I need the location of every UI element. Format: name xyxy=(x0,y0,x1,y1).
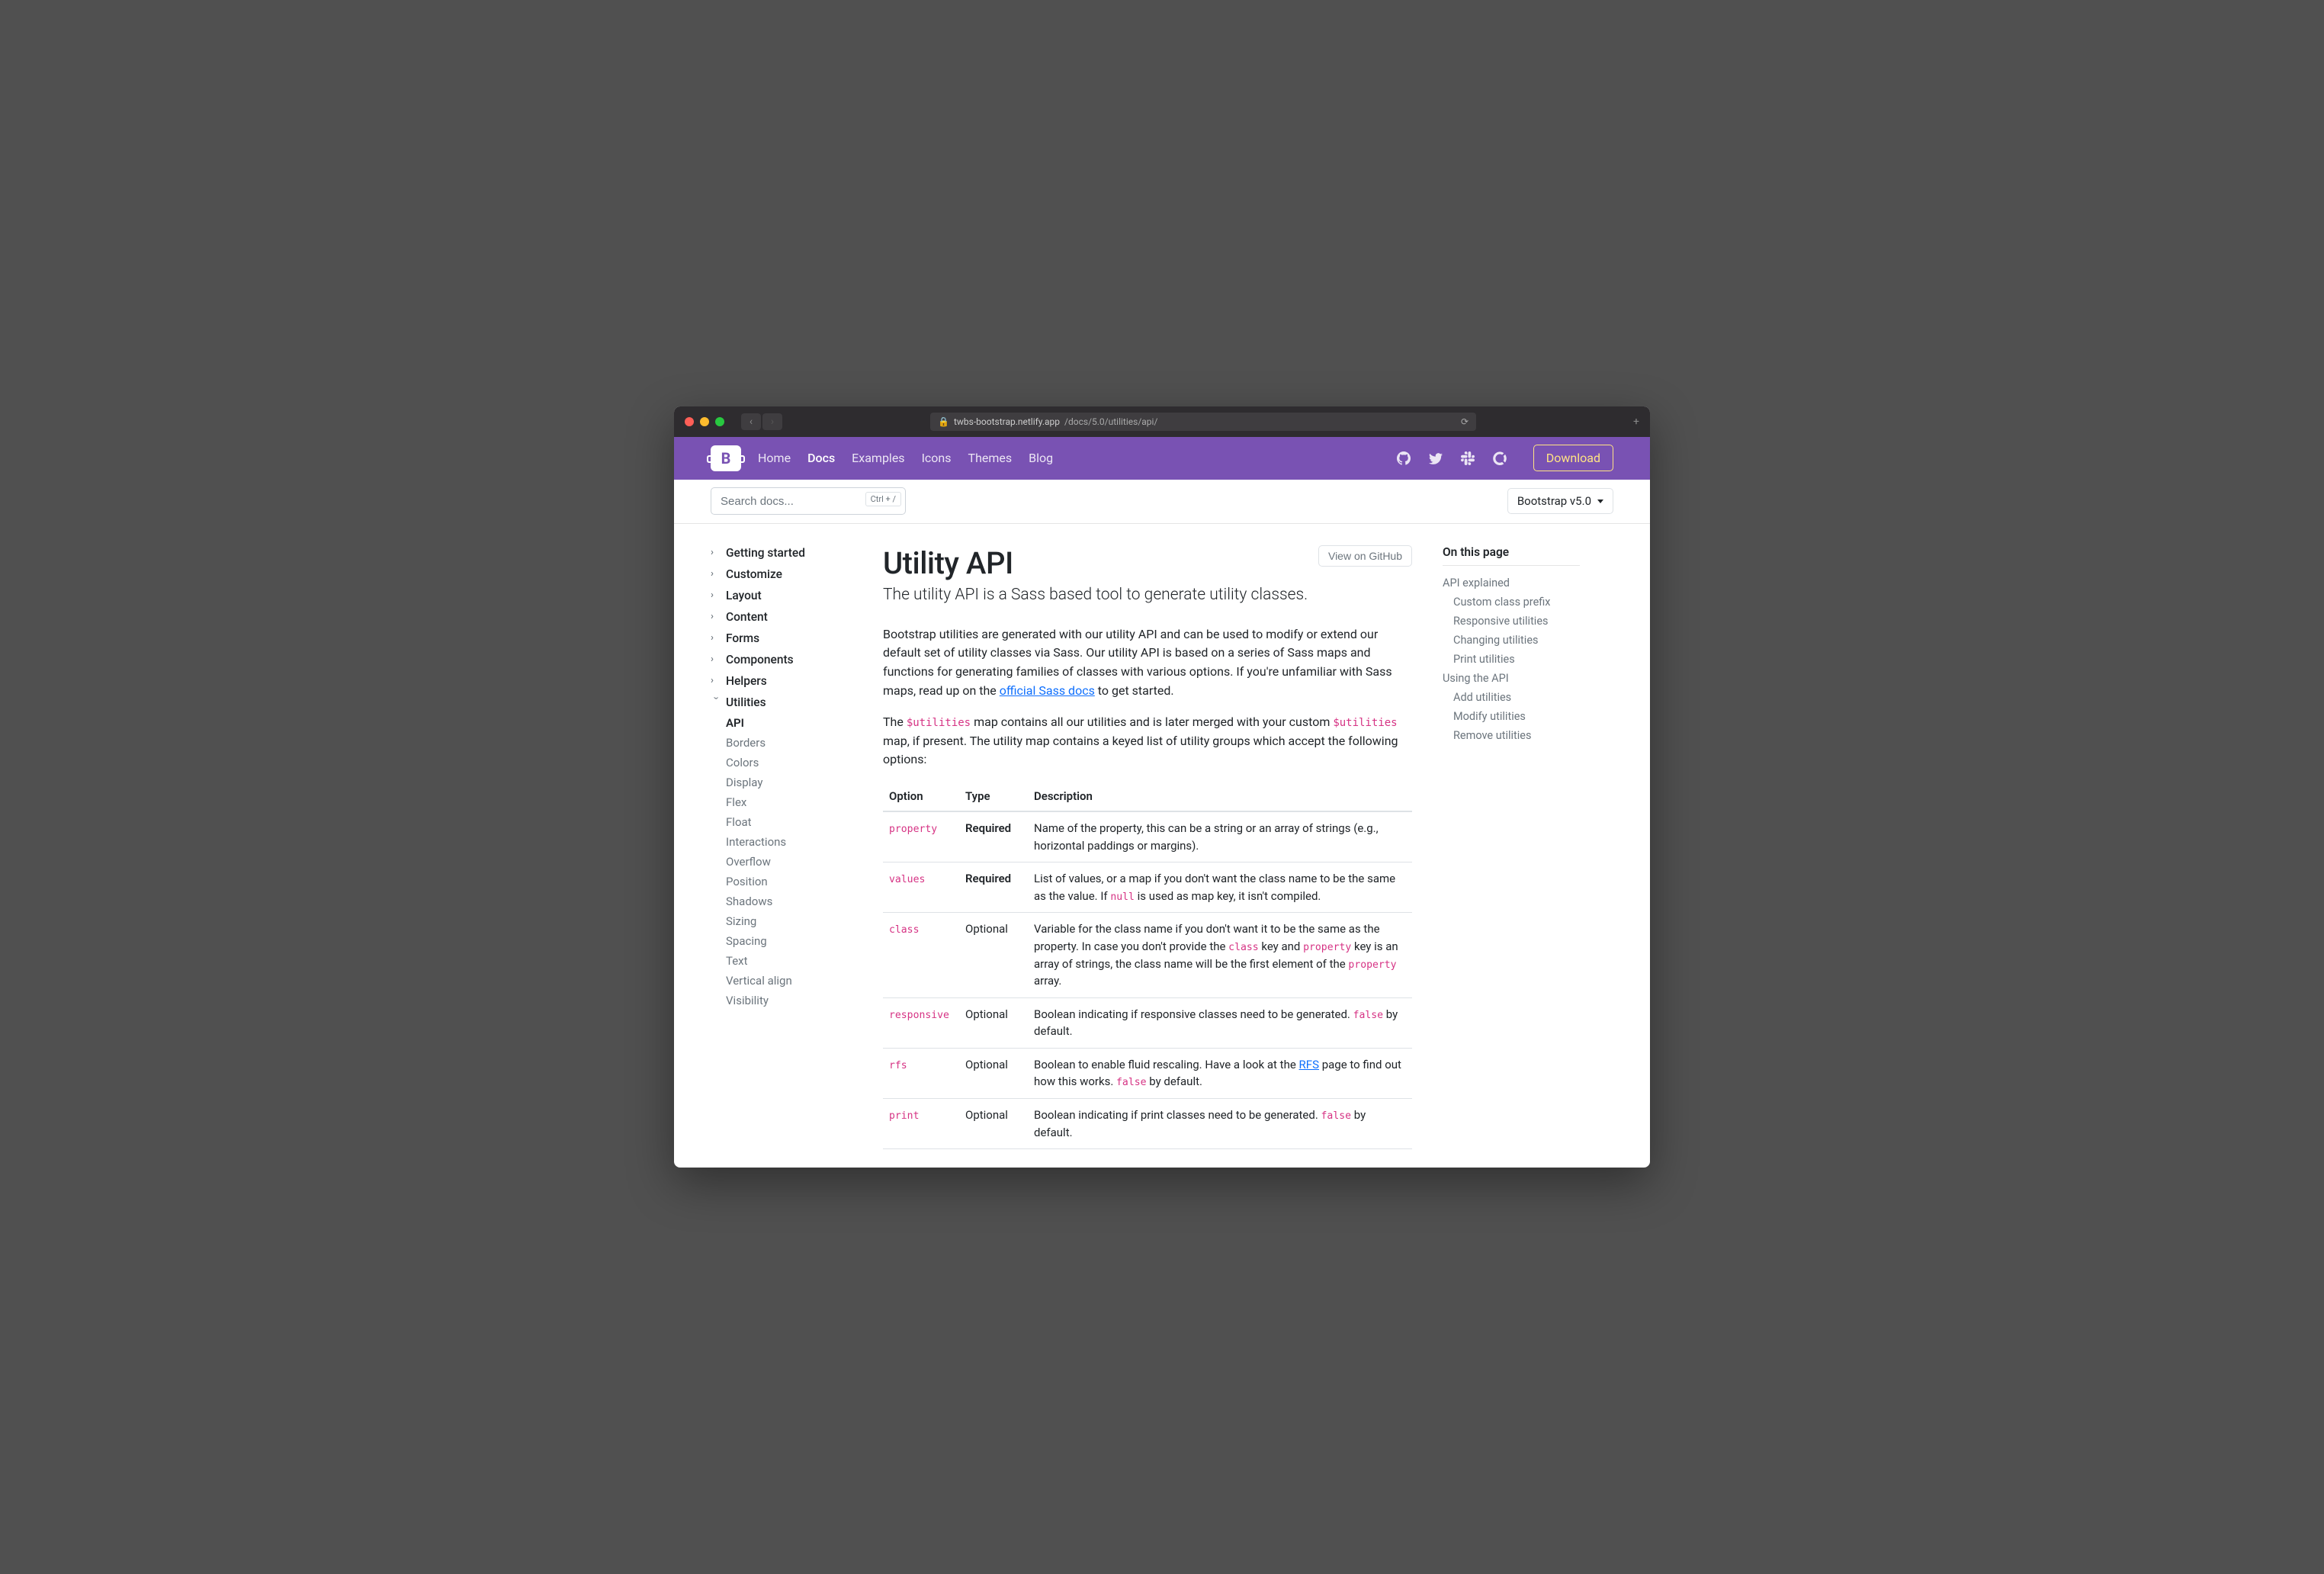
sidebar-group-utilities[interactable]: ›Utilities xyxy=(711,692,862,713)
nav-arrows: ‹ › xyxy=(741,413,782,430)
intro-para-2: The $utilities map contains all our util… xyxy=(883,713,1412,769)
table-row: printOptionalBoolean indicating if print… xyxy=(883,1099,1412,1149)
sub-bar: Ctrl + / Bootstrap v5.0 xyxy=(674,480,1650,524)
nav-link-themes[interactable]: Themes xyxy=(968,451,1013,465)
sidebar-item-shadows[interactable]: Shadows xyxy=(711,891,862,911)
close-icon[interactable] xyxy=(685,417,694,426)
chevron-right-icon: › xyxy=(711,589,721,601)
chevron-right-icon: › xyxy=(711,568,721,580)
sidebar-item-overflow[interactable]: Overflow xyxy=(711,852,862,872)
sidebar-group-content[interactable]: ›Content xyxy=(711,606,862,628)
new-tab-button[interactable]: + xyxy=(1633,416,1639,428)
sidebar: ›Getting started›Customize›Layout›Conten… xyxy=(674,524,871,1168)
search-shortcut: Ctrl + / xyxy=(865,492,901,506)
rfs-link[interactable]: RFS xyxy=(1299,1058,1319,1071)
opencollective-icon[interactable] xyxy=(1492,451,1507,466)
maximize-icon[interactable] xyxy=(715,417,724,426)
url-path: /docs/5.0/utilities/api/ xyxy=(1064,416,1157,427)
sidebar-item-position[interactable]: Position xyxy=(711,872,862,891)
table-row: rfsOptionalBoolean to enable fluid resca… xyxy=(883,1048,1412,1098)
nav-link-docs[interactable]: Docs xyxy=(807,451,835,465)
browser-window: ‹ › 🔒 twbs-bootstrap.netlify.app/docs/5.… xyxy=(674,406,1650,1168)
toc: On this page API explainedCustom class p… xyxy=(1443,524,1610,1168)
sidebar-item-interactions[interactable]: Interactions xyxy=(711,832,862,852)
sidebar-item-sizing[interactable]: Sizing xyxy=(711,911,862,931)
page-title: Utility API xyxy=(883,545,1013,581)
sidebar-item-api[interactable]: API xyxy=(711,713,862,733)
reload-icon[interactable]: ⟳ xyxy=(1461,416,1469,427)
sidebar-group-forms[interactable]: ›Forms xyxy=(711,628,862,649)
lead-text: The utility API is a Sass based tool to … xyxy=(883,586,1412,604)
chevron-right-icon: › xyxy=(711,654,721,665)
sidebar-item-vertical-align[interactable]: Vertical align xyxy=(711,971,862,991)
sidebar-item-float[interactable]: Float xyxy=(711,812,862,832)
toc-title: On this page xyxy=(1443,545,1580,566)
sidebar-item-visibility[interactable]: Visibility xyxy=(711,991,862,1010)
sidebar-group-customize[interactable]: ›Customize xyxy=(711,564,862,585)
table-header: Type xyxy=(959,782,1028,811)
toc-link[interactable]: Responsive utilities xyxy=(1443,612,1580,631)
minimize-icon[interactable] xyxy=(700,417,709,426)
table-row: propertyRequiredName of the property, th… xyxy=(883,811,1412,862)
window-controls xyxy=(685,417,724,426)
sidebar-item-display[interactable]: Display xyxy=(711,773,862,792)
toc-link[interactable]: Changing utilities xyxy=(1443,631,1580,650)
sidebar-group-helpers[interactable]: ›Helpers xyxy=(711,670,862,692)
table-row: valuesRequiredList of values, or a map i… xyxy=(883,862,1412,913)
toc-link[interactable]: Using the API xyxy=(1443,669,1580,688)
main-layout: ›Getting started›Customize›Layout›Conten… xyxy=(674,524,1650,1168)
nav-links: Home Docs Examples Icons Themes Blog xyxy=(758,451,1053,465)
bootstrap-logo-icon[interactable]: B xyxy=(711,445,741,471)
nav-link-home[interactable]: Home xyxy=(758,451,791,465)
search-box: Ctrl + / xyxy=(711,487,906,515)
forward-button: › xyxy=(762,413,782,430)
chevron-right-icon: › xyxy=(711,547,721,558)
back-button[interactable]: ‹ xyxy=(741,413,761,430)
table-header: Option xyxy=(883,782,959,811)
chevron-down-icon: › xyxy=(711,697,722,708)
toc-link[interactable]: API explained xyxy=(1443,573,1580,593)
sidebar-item-flex[interactable]: Flex xyxy=(711,792,862,812)
toc-link[interactable]: Remove utilities xyxy=(1443,726,1580,745)
github-view-button[interactable]: View on GitHub xyxy=(1318,545,1412,567)
chevron-down-icon xyxy=(1597,500,1603,503)
top-nav: B Home Docs Examples Icons Themes Blog Downlo… xyxy=(674,437,1650,480)
toc-link[interactable]: Add utilities xyxy=(1443,688,1580,707)
lock-icon: 🔒 xyxy=(938,416,949,427)
version-label: Bootstrap v5.0 xyxy=(1517,494,1591,508)
toc-link[interactable]: Modify utilities xyxy=(1443,707,1580,726)
chevron-right-icon: › xyxy=(711,675,721,686)
sidebar-group-layout[interactable]: ›Layout xyxy=(711,585,862,606)
github-icon[interactable] xyxy=(1396,451,1411,466)
sidebar-item-text[interactable]: Text xyxy=(711,951,862,971)
chevron-right-icon: › xyxy=(711,632,721,644)
address-bar[interactable]: 🔒 twbs-bootstrap.netlify.app/docs/5.0/ut… xyxy=(930,413,1476,431)
slack-icon[interactable] xyxy=(1460,451,1475,466)
sass-docs-link[interactable]: official Sass docs xyxy=(1000,683,1095,698)
twitter-icon[interactable] xyxy=(1428,451,1443,466)
version-select[interactable]: Bootstrap v5.0 xyxy=(1507,488,1613,514)
sidebar-item-spacing[interactable]: Spacing xyxy=(711,931,862,951)
table-row: classOptionalVariable for the class name… xyxy=(883,913,1412,997)
nav-link-icons[interactable]: Icons xyxy=(922,451,952,465)
sidebar-group-getting-started[interactable]: ›Getting started xyxy=(711,542,862,564)
download-button[interactable]: Download xyxy=(1533,445,1613,471)
titlebar: ‹ › 🔒 twbs-bootstrap.netlify.app/docs/5.… xyxy=(674,406,1650,437)
sidebar-group-components[interactable]: ›Components xyxy=(711,649,862,670)
table-row: responsiveOptionalBoolean indicating if … xyxy=(883,997,1412,1048)
sidebar-item-borders[interactable]: Borders xyxy=(711,733,862,753)
toc-link[interactable]: Print utilities xyxy=(1443,650,1580,669)
table-header: Description xyxy=(1028,782,1412,811)
sidebar-item-colors[interactable]: Colors xyxy=(711,753,862,773)
content: Utility API View on GitHub The utility A… xyxy=(871,524,1443,1168)
options-table: OptionTypeDescription propertyRequiredNa… xyxy=(883,782,1412,1149)
intro-para-1: Bootstrap utilities are generated with o… xyxy=(883,625,1412,701)
nav-link-examples[interactable]: Examples xyxy=(852,451,904,465)
nav-link-blog[interactable]: Blog xyxy=(1029,451,1053,465)
toc-link[interactable]: Custom class prefix xyxy=(1443,593,1580,612)
url-host: twbs-bootstrap.netlify.app xyxy=(954,416,1060,427)
chevron-right-icon: › xyxy=(711,611,721,622)
